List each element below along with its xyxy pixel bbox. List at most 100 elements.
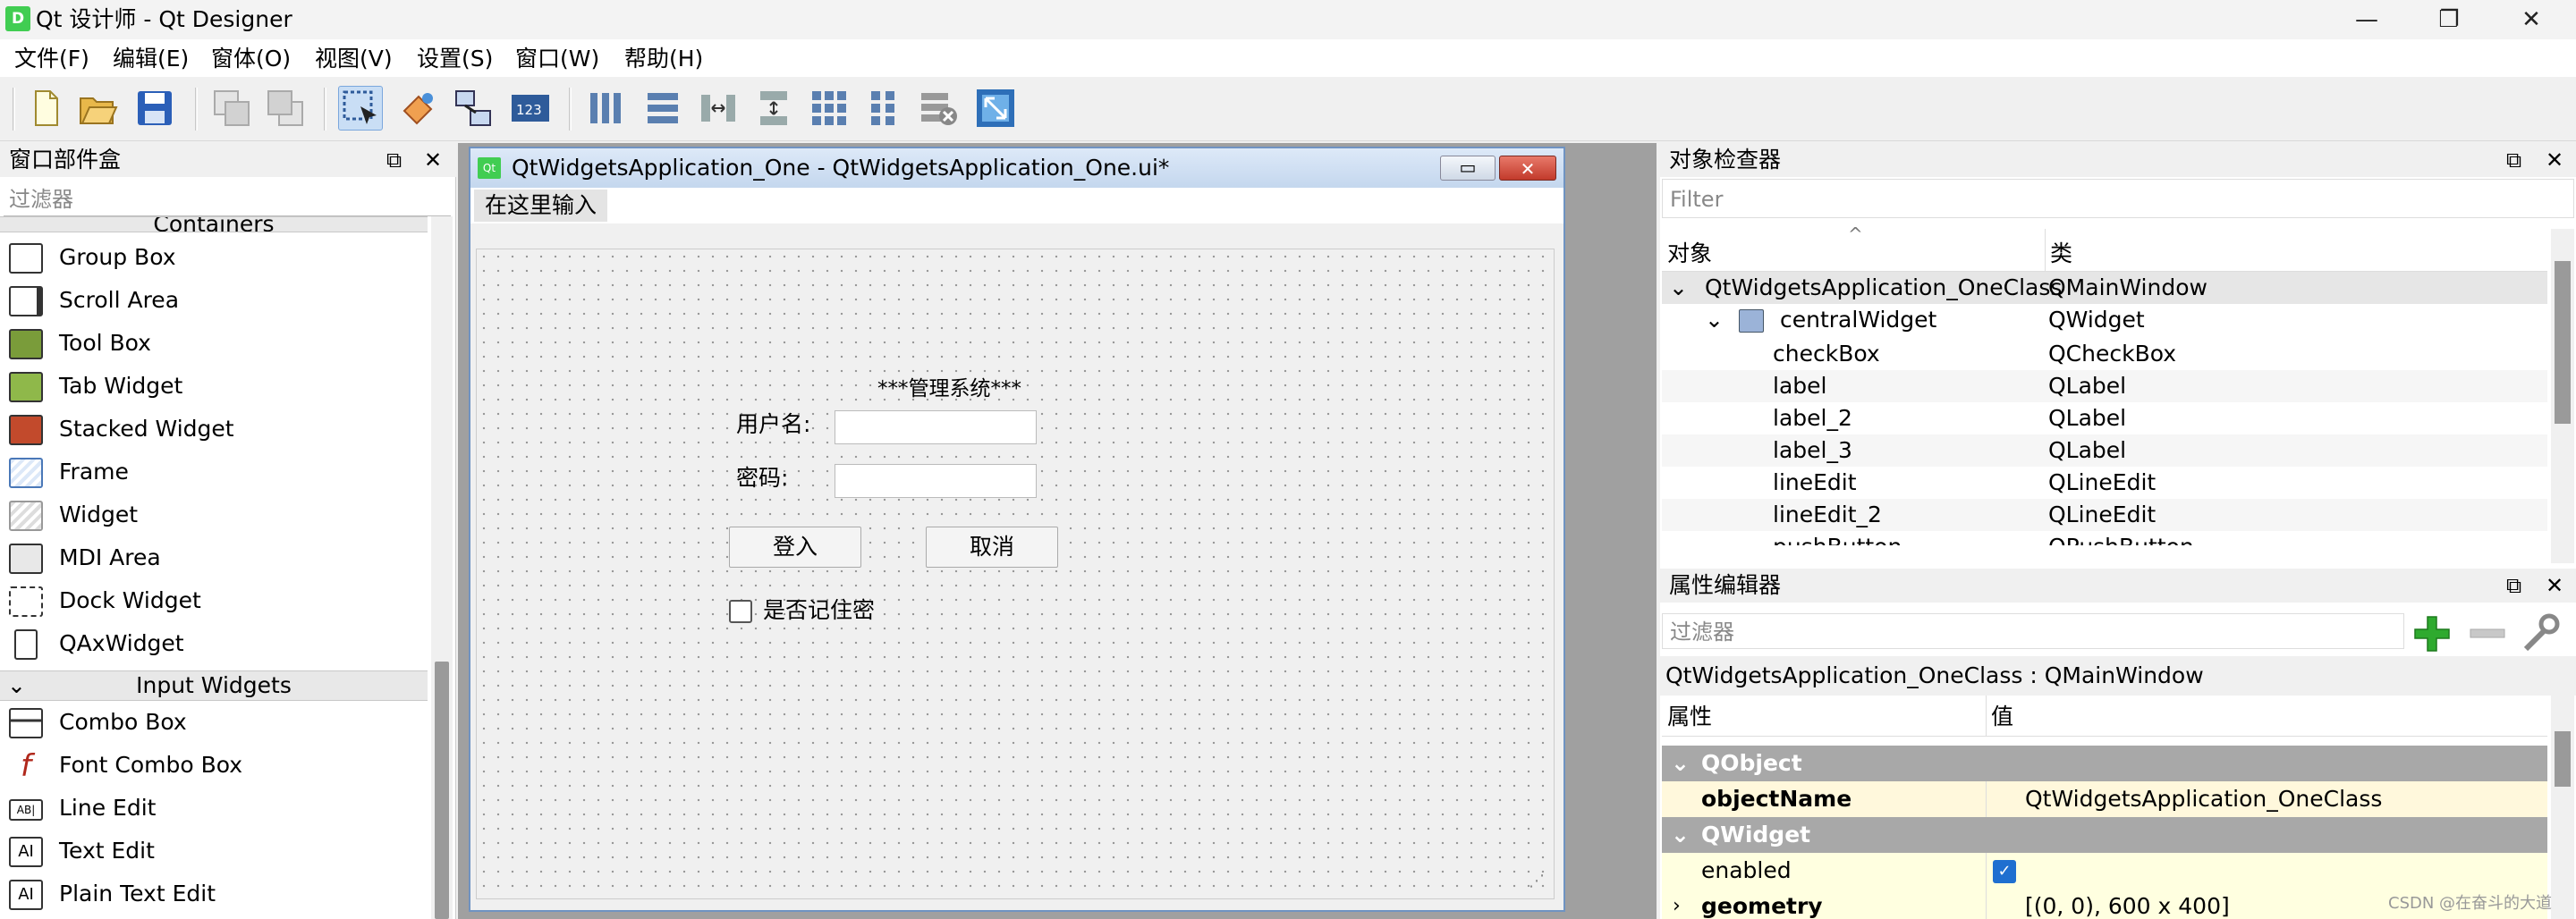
enabled-checkbox[interactable]: ✓ bbox=[1993, 860, 2016, 883]
svg-text:123: 123 bbox=[516, 102, 542, 118]
layout-grid-icon[interactable] bbox=[807, 86, 852, 131]
widget-item-tab-widget[interactable]: Tab Widget bbox=[0, 365, 428, 408]
widget-item-frame[interactable]: Frame bbox=[0, 451, 428, 493]
property-value[interactable]: [(0, 0), 600 x 400] bbox=[2025, 892, 2230, 919]
widget-filter-input[interactable]: 过滤器 bbox=[4, 182, 451, 216]
widget-item-combo-box[interactable]: Combo Box bbox=[0, 701, 428, 744]
widget-item-group-box[interactable]: Group Box bbox=[0, 236, 428, 279]
form-close-button[interactable]: ✕ bbox=[1499, 156, 1556, 181]
float-icon[interactable]: ⧉ bbox=[2506, 143, 2521, 177]
tree-row[interactable]: lineEdit QLineEdit bbox=[1662, 467, 2547, 499]
cancel-button[interactable]: 取消 bbox=[926, 527, 1058, 568]
edit-widgets-icon[interactable] bbox=[338, 86, 383, 131]
menu-window[interactable]: 窗口(W) bbox=[515, 45, 599, 73]
category-containers[interactable]: Containers bbox=[0, 216, 428, 232]
minimize-button[interactable]: — bbox=[2329, 0, 2404, 39]
title-bar: D Qt 设计师 - Qt Designer — ❐ ✕ bbox=[0, 0, 2576, 39]
add-dynamic-property-icon[interactable] bbox=[2410, 611, 2454, 654]
restore-button[interactable]: ❐ bbox=[2411, 0, 2487, 39]
remove-dynamic-property-icon[interactable] bbox=[2465, 611, 2510, 654]
object-filter-input[interactable]: Filter bbox=[1662, 179, 2574, 218]
adjust-size-icon[interactable] bbox=[973, 86, 1018, 131]
widget-box-panel: 窗口部件盒 ⧉ ✕ 过滤器 Containers Group Box Scrol… bbox=[0, 143, 456, 919]
menu-help[interactable]: 帮助(H) bbox=[624, 45, 703, 73]
widget-item-line-edit[interactable]: AB| Line Edit bbox=[0, 787, 428, 830]
column-value[interactable]: 值 bbox=[1991, 703, 2013, 731]
property-row-objectname[interactable]: objectName QtWidgetsApplication_OneClass bbox=[1662, 781, 2547, 817]
property-group-qwidget[interactable]: ⌄ QWidget bbox=[1662, 817, 2547, 853]
widget-item-font-combo-box[interactable]: f Font Combo Box bbox=[0, 744, 428, 787]
layout-horizontal-icon[interactable] bbox=[583, 86, 628, 131]
widget-item-stacked-widget[interactable]: Stacked Widget bbox=[0, 408, 428, 451]
layout-vertical-icon[interactable] bbox=[640, 86, 685, 131]
widget-item-mdi-area[interactable]: MDI Area bbox=[0, 536, 428, 579]
tree-row[interactable]: label_2 QLabel bbox=[1662, 402, 2547, 434]
widget-item-qaxwidget[interactable]: QAxWidget bbox=[0, 622, 428, 665]
property-editor-scrollbar[interactable] bbox=[2551, 696, 2574, 919]
property-name: geometry bbox=[1701, 893, 1823, 919]
username-input[interactable] bbox=[835, 410, 1037, 444]
property-value[interactable]: QtWidgetsApplication_OneClass bbox=[2025, 785, 2382, 814]
widget-item-plain-text-edit[interactable]: AI Plain Text Edit bbox=[0, 873, 428, 915]
selected-object-class: QtWidgetsApplication_OneClass : QMainWin… bbox=[1660, 656, 2576, 696]
scrollbar-thumb[interactable] bbox=[435, 662, 449, 919]
tree-row[interactable]: pushButton QPushButton bbox=[1662, 531, 2547, 545]
open-icon[interactable] bbox=[75, 86, 120, 131]
menu-file[interactable]: 文件(F) bbox=[14, 45, 89, 73]
widget-item-widget[interactable]: Widget bbox=[0, 493, 428, 536]
form-minimize-button[interactable]: ▭ bbox=[1440, 156, 1496, 181]
layout-form-icon[interactable] bbox=[860, 86, 905, 131]
type-here-menu[interactable]: 在这里输入 bbox=[474, 190, 608, 222]
menu-view[interactable]: 视图(V) bbox=[315, 45, 393, 73]
float-icon[interactable]: ⧉ bbox=[2506, 569, 2521, 603]
send-to-back-icon[interactable] bbox=[209, 86, 254, 131]
scrollbar-thumb[interactable] bbox=[2555, 731, 2571, 787]
scrollbar-thumb[interactable] bbox=[2555, 261, 2571, 424]
password-input[interactable] bbox=[835, 464, 1037, 498]
tree-row[interactable]: checkBox QCheckBox bbox=[1662, 338, 2547, 370]
category-input-widgets[interactable]: ⌄ Input Widgets bbox=[0, 670, 428, 701]
tree-row[interactable]: ⌄ centralWidget QWidget bbox=[1662, 304, 2547, 336]
mdi-area: Qt QtWidgetsApplication_One - QtWidgetsA… bbox=[458, 143, 1657, 919]
property-filter-input[interactable]: 过滤器 bbox=[1662, 613, 2404, 649]
save-icon[interactable] bbox=[132, 86, 177, 131]
widget-item-dock-widget[interactable]: Dock Widget bbox=[0, 579, 428, 622]
break-layout-icon[interactable] bbox=[916, 86, 961, 131]
close-icon[interactable]: ✕ bbox=[424, 143, 442, 177]
menu-edit[interactable]: 编辑(E) bbox=[113, 45, 189, 73]
close-icon[interactable]: ✕ bbox=[2546, 569, 2563, 603]
tree-row[interactable]: label_3 QLabel bbox=[1662, 434, 2547, 467]
widget-item-tool-box[interactable]: Tool Box bbox=[0, 322, 428, 365]
menu-form[interactable]: 窗体(O) bbox=[211, 45, 291, 73]
menu-settings[interactable]: 设置(S) bbox=[417, 45, 493, 73]
close-button[interactable]: ✕ bbox=[2494, 0, 2569, 39]
layout-horizontal-splitter-icon[interactable] bbox=[696, 86, 741, 131]
column-property[interactable]: 属性 bbox=[1667, 703, 1712, 731]
configure-wrench-icon[interactable] bbox=[2519, 611, 2563, 654]
chevron-right-icon[interactable]: › bbox=[1673, 892, 1681, 919]
frame-icon bbox=[9, 458, 43, 488]
tree-row[interactable]: ⌄ QtWidgetsApplication_OneClass QMainWindo… bbox=[1662, 272, 2547, 304]
widget-item-text-edit[interactable]: AI Text Edit bbox=[0, 830, 428, 873]
resize-grip-icon[interactable]: ⋰ bbox=[1529, 872, 1545, 890]
edit-tab-order-icon[interactable]: 123 bbox=[508, 86, 553, 131]
close-icon[interactable]: ✕ bbox=[2546, 143, 2563, 177]
remember-checkbox[interactable] bbox=[729, 600, 752, 623]
widget-item-scroll-area[interactable]: Scroll Area bbox=[0, 279, 428, 322]
widget-item-label: Scroll Area bbox=[59, 287, 180, 313]
edit-signals-slots-icon[interactable] bbox=[395, 86, 440, 131]
edit-buddies-icon[interactable] bbox=[451, 86, 496, 131]
float-icon[interactable]: ⧉ bbox=[386, 143, 402, 177]
tree-row[interactable]: label QLabel bbox=[1662, 370, 2547, 402]
column-class[interactable]: 类 bbox=[2050, 240, 2072, 268]
bring-to-front-icon[interactable] bbox=[263, 86, 308, 131]
widget-item-label: Combo Box bbox=[59, 709, 187, 735]
layout-vertical-splitter-icon[interactable] bbox=[751, 86, 796, 131]
property-editor-panel: 属性编辑器 ⧉ ✕ 过滤器 QtWidgetsApplication_OneCl… bbox=[1660, 563, 2576, 919]
column-object[interactable]: 对象 bbox=[1667, 240, 1712, 268]
tree-row[interactable]: lineEdit_2 QLineEdit bbox=[1662, 499, 2547, 531]
login-button[interactable]: 登入 bbox=[729, 527, 861, 568]
new-icon[interactable] bbox=[23, 86, 68, 131]
property-group-qobject[interactable]: ⌄ QObject bbox=[1662, 746, 2547, 781]
property-row-enabled[interactable]: enabled ✓ bbox=[1662, 853, 2547, 889]
